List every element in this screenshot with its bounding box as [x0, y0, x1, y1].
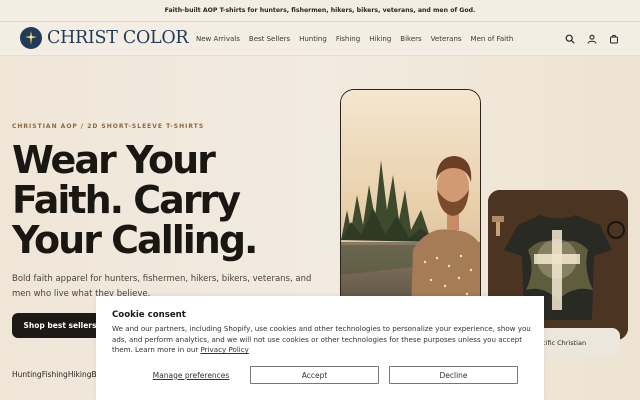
search-icon[interactable] — [564, 33, 576, 45]
announcement-bar: Faith-built AOP T-shirts for hunters, fi… — [0, 0, 640, 22]
cookie-title: Cookie consent — [112, 310, 186, 320]
cart-icon[interactable] — [608, 33, 620, 45]
hero-headline: Wear Your Faith. Carry Your Calling. — [12, 140, 332, 260]
cookie-body: We and our partners, including Shopify, … — [112, 324, 532, 356]
nav-fishing[interactable]: Fishing — [336, 35, 360, 43]
header-actions — [564, 22, 620, 56]
headline-line-3: Your Calling. — [12, 218, 258, 262]
site-header: CHRIST COLOR New Arrivals Best Sellers H… — [0, 22, 640, 56]
brand-logo[interactable]: CHRIST COLOR — [20, 27, 189, 49]
nav-hunting[interactable]: Hunting — [299, 35, 327, 43]
category-links: Hunting Fishing Hiking Bi — [12, 370, 99, 379]
manage-preferences-link[interactable]: Manage preferences — [136, 366, 246, 384]
nav-men-of-faith[interactable]: Men of Faith — [471, 35, 514, 43]
shop-best-sellers-button[interactable]: Shop best sellers — [12, 313, 108, 338]
accept-button[interactable]: Accept — [250, 366, 379, 384]
hero-eyebrow: CHRISTIAN AOP / 2D SHORT-SLEEVE T-SHIRTS — [12, 123, 205, 130]
category-fishing[interactable]: Fishing — [42, 370, 68, 379]
nav-best-sellers[interactable]: Best Sellers — [249, 35, 290, 43]
hero-image-lake-man — [340, 89, 481, 309]
nav-new-arrivals[interactable]: New Arrivals — [196, 35, 240, 43]
account-icon[interactable] — [586, 33, 598, 45]
cookie-body-text: We and our partners, including Shopify, … — [112, 324, 531, 354]
nav-bikers[interactable]: Bikers — [400, 35, 421, 43]
brand-name: CHRIST COLOR — [47, 28, 189, 48]
headline-line-2: Faith. Carry — [12, 178, 241, 222]
headline-line-1: Wear Your — [12, 138, 216, 182]
category-hunting[interactable]: Hunting — [12, 370, 42, 379]
main-nav: New Arrivals Best Sellers Hunting Fishin… — [196, 22, 513, 56]
decline-button[interactable]: Decline — [389, 366, 518, 384]
cross-logo-icon — [20, 27, 42, 49]
announcement-text: Faith-built AOP T-shirts for hunters, fi… — [164, 7, 476, 14]
privacy-policy-link[interactable]: Privacy Policy — [201, 345, 249, 354]
category-hiking[interactable]: Hiking — [68, 370, 92, 379]
cookie-consent-banner: Cookie consent We and our partners, incl… — [96, 296, 544, 400]
nav-hiking[interactable]: Hiking — [369, 35, 391, 43]
nav-veterans[interactable]: Veterans — [431, 35, 462, 43]
